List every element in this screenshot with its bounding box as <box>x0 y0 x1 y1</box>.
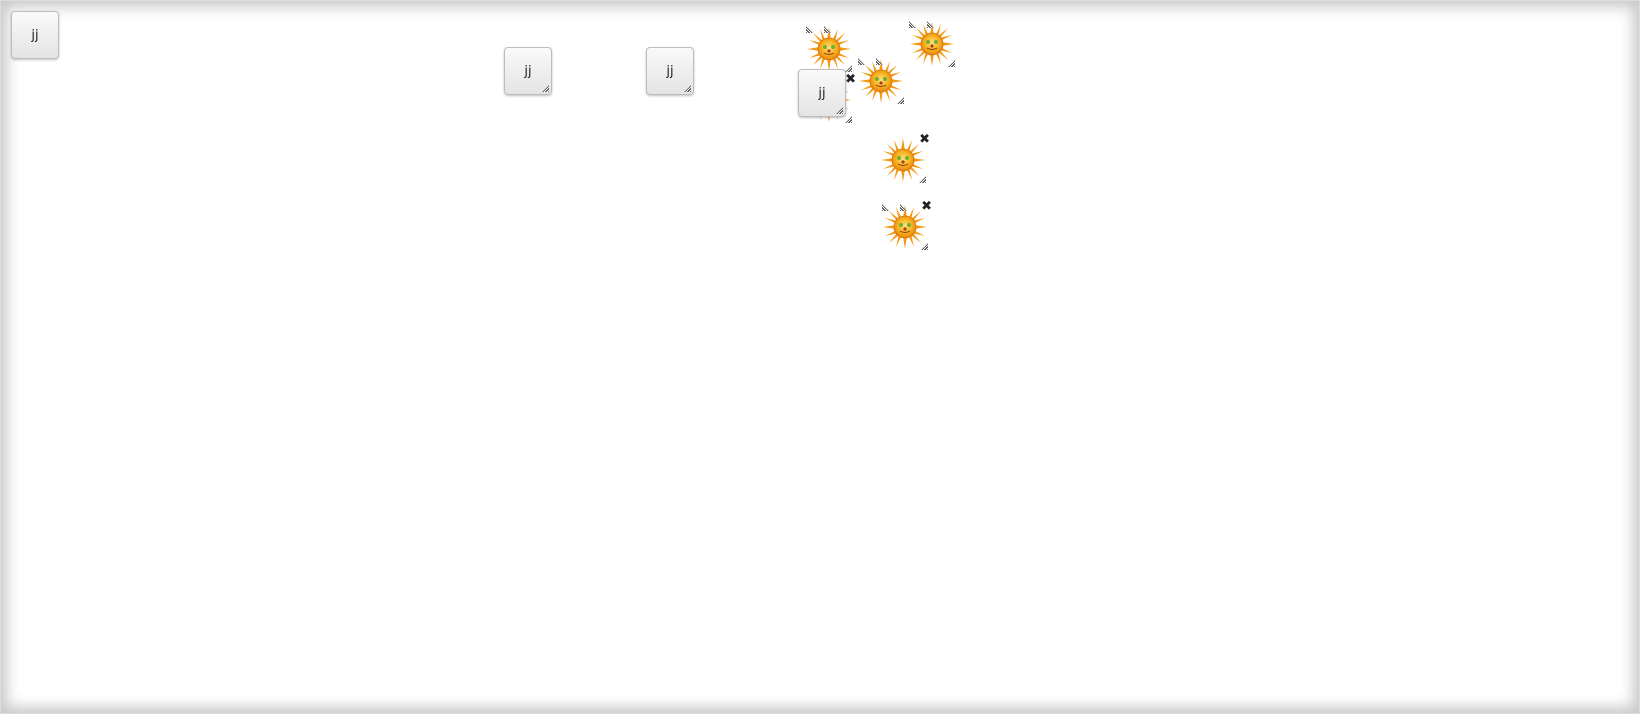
sun-image-widget-1[interactable] <box>806 26 852 72</box>
jj-button-4-label: jj <box>818 85 826 101</box>
close-icon[interactable]: ✖ <box>845 73 856 86</box>
jj-button-3[interactable]: jj <box>646 47 694 95</box>
jj-button-3-label: jj <box>666 63 674 79</box>
resize-handle-icon[interactable] <box>836 107 843 114</box>
jj-button-1-label: jj <box>31 27 39 43</box>
jj-button-2[interactable]: jj <box>504 47 552 95</box>
close-icon[interactable]: ✖ <box>921 200 932 213</box>
workspace-canvas[interactable]: jj jj jj ✖ jj ✖ ✖ <box>1 1 1639 713</box>
sun-image-widget-3[interactable] <box>858 58 904 104</box>
sun-image-widget-2[interactable] <box>909 21 955 67</box>
resize-handle-icon[interactable] <box>684 85 691 92</box>
jj-button-4[interactable]: jj <box>798 69 846 117</box>
close-icon[interactable]: ✖ <box>919 133 930 146</box>
jj-button-1[interactable]: jj <box>11 11 59 59</box>
sun-image-widget-5[interactable]: ✖ <box>880 133 930 183</box>
sun-image-widget-6[interactable]: ✖ <box>882 200 932 250</box>
resize-handle-icon[interactable] <box>542 85 549 92</box>
jj-button-2-label: jj <box>524 63 532 79</box>
